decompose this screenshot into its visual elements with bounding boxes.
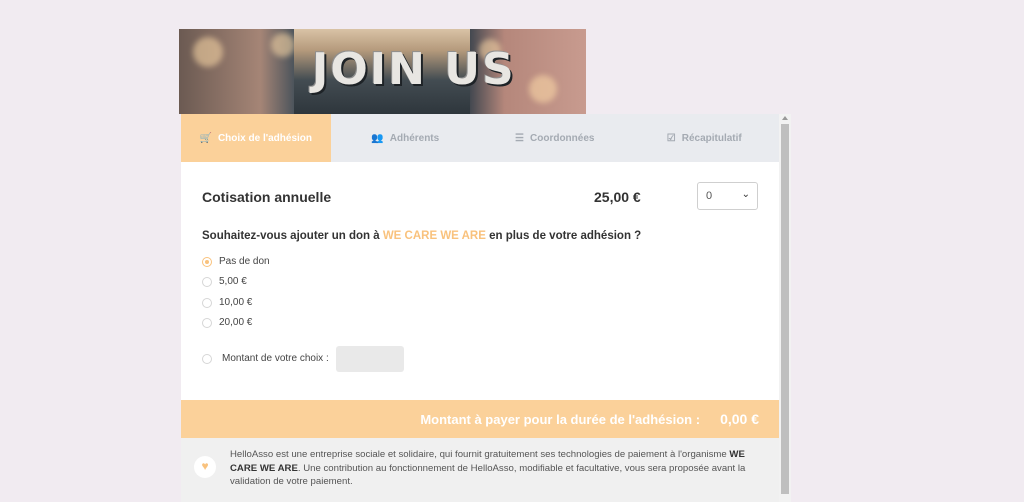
chevron-down-icon: ⌄ [741,189,750,200]
tab-recapitulatif[interactable]: ☑ Récapitulatif [630,114,780,162]
radio-button[interactable] [202,276,212,287]
donation-option-10[interactable]: 10,00 € [202,297,252,308]
quantity-value: 0 [706,190,713,202]
tab-label: Adhérents [389,132,440,144]
total-amount: 0,00 € [720,411,759,427]
option-label: Pas de don [219,256,270,267]
scroll-up-icon[interactable] [782,116,788,120]
info-text-after: . Une contribution au fonctionnement de … [230,462,746,488]
tab-label: Coordonnées [530,132,595,144]
option-label: 10,00 € [219,297,253,308]
join-us-banner: JOIN US [179,29,586,114]
tab-coordonnees[interactable]: ☰ Coordonnées [480,114,630,162]
total-label: Montant à payer pour la durée de l'adhés… [420,411,701,427]
total-bar: Montant à payer pour la durée de l'adhés… [181,400,779,438]
tab-choix-adhesion[interactable]: 🛒 Choix de l'adhésion [181,114,331,162]
scrollbar-thumb[interactable] [781,124,789,494]
users-icon: 👥 [371,132,384,144]
donation-option-custom[interactable]: Montant de votre choix : [202,353,329,364]
quantity-select[interactable]: 0 ⌄ [697,182,758,210]
list-icon: ☰ [515,132,524,144]
radio-button[interactable] [202,297,212,308]
membership-label: Cotisation annuelle [202,189,332,205]
membership-price: 25,00 € [594,189,641,205]
custom-amount-input[interactable] [336,346,404,372]
org-name: WE CARE WE ARE [382,230,486,242]
question-suffix: en plus de votre adhésion ? [485,230,642,242]
donation-question: Souhaitez-vous ajouter un don à WE CARE … [202,230,641,242]
question-prefix: Souhaitez-vous ajouter un don à [202,230,383,242]
banner-text: JOIN US [312,44,516,95]
membership-row: Cotisation annuelle 25,00 € 0 ⌄ [202,182,759,216]
option-label: 20,00 € [219,317,253,328]
tab-adherents[interactable]: 👥 Adhérents [331,114,481,162]
donation-option-20[interactable]: 20,00 € [202,317,252,328]
radio-button[interactable] [202,317,212,328]
tab-label: Récapitulatif [681,132,742,144]
custom-amount-label: Montant de votre choix : [222,353,329,364]
heart-icon: ♥ [194,456,216,478]
info-text-before: HelloAsso est une entreprise sociale et … [230,449,730,460]
membership-form-panel: 🛒 Choix de l'adhésion 👥 Adhérents ☰ Coor… [181,114,779,502]
radio-button[interactable] [202,353,212,364]
option-label: 5,00 € [219,276,247,287]
cart-icon: 🛒 [199,132,212,144]
donation-option-5[interactable]: 5,00 € [202,276,247,287]
helloasso-info: ♥ HelloAsso est une entreprise sociale e… [181,438,779,502]
tab-label: Choix de l'adhésion [217,132,312,144]
scrollbar[interactable] [779,114,791,502]
step-tabs: 🛒 Choix de l'adhésion 👥 Adhérents ☰ Coor… [181,114,779,162]
radio-button[interactable] [202,256,212,267]
donation-option-none[interactable]: Pas de don [202,256,270,267]
check-square-icon: ☑ [666,132,676,144]
